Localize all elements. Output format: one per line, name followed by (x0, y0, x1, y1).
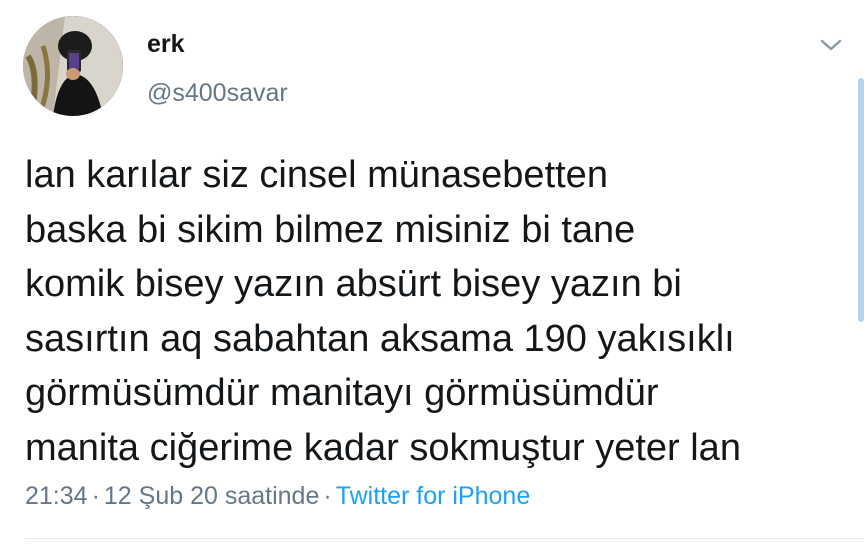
chevron-down-icon[interactable] (818, 36, 844, 54)
scrollbar[interactable] (858, 78, 864, 322)
tweet-card: erk @s400savar lan karılar siz cinsel mü… (0, 0, 864, 556)
tweet-meta: 21:34 · 12 Şub 20 saatinde · Twitter for iPh… (25, 482, 531, 510)
divider (25, 538, 864, 539)
tweet-text: lan karılar siz cinsel münasebetten bask… (25, 154, 741, 469)
tweet-source-link[interactable]: Twitter for iPhone (336, 482, 531, 510)
display-name[interactable]: erk (147, 30, 185, 59)
avatar[interactable] (23, 16, 123, 116)
tweet-time: 21:34 (25, 482, 88, 510)
tweet-date: 12 Şub 20 saatinde (103, 482, 320, 510)
user-handle[interactable]: @s400savar (147, 79, 288, 108)
avatar-photo-icon (23, 16, 123, 116)
